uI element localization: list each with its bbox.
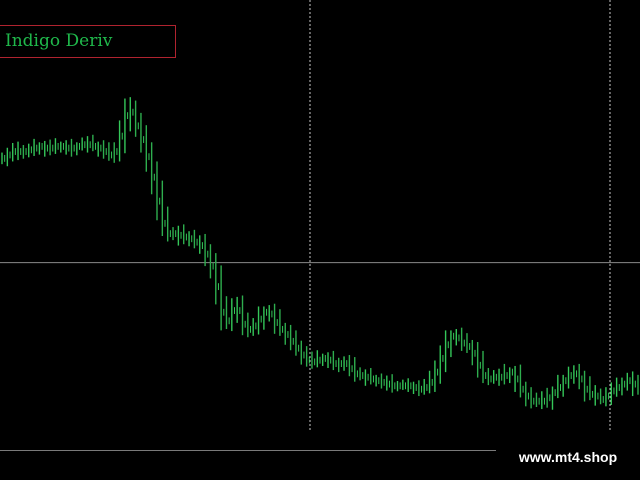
price-chart: 3:152 Oct 03:152 Oct 07:152 Oct 11:152 O… [0, 0, 640, 446]
indicator-legend: Indigo Deriv [0, 25, 176, 58]
chart-area: 3:152 Oct 03:152 Oct 07:152 Oct 11:152 O… [0, 0, 640, 446]
watermark: www.mt4.shop [496, 444, 640, 472]
watermark-text: www.mt4.shop [518, 449, 618, 465]
indicator-legend-label: Indigo Deriv [5, 31, 113, 51]
